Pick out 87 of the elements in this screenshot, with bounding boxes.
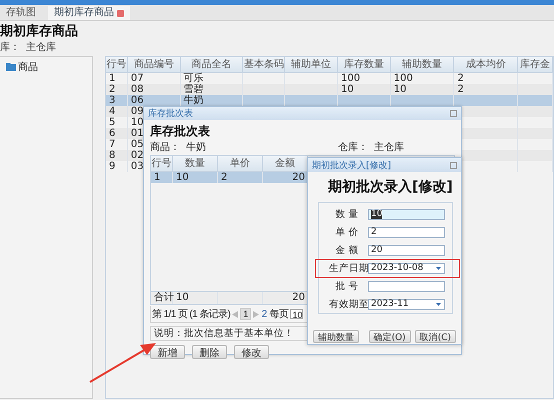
table-cell: 20 [292, 172, 305, 183]
field-label: 批 号 [334, 280, 360, 293]
table-cell: 牛奶 [184, 95, 204, 106]
dialog-title: 期初批次录入[修改] [312, 160, 392, 172]
column-header[interactable]: 商品全名 [180, 57, 244, 72]
table-cell: 10 [130, 117, 144, 128]
column-header[interactable]: 单价 [218, 156, 263, 171]
tree-item[interactable]: 商品 [6, 60, 38, 74]
action-button[interactable]: 新增 [150, 345, 185, 359]
dropdown-field[interactable]: 2023-10-08 [368, 263, 445, 274]
page-title: 期初库存商品 [0, 23, 79, 41]
per-page-field[interactable]: 10 [290, 309, 304, 319]
total-cell: 20 [292, 292, 305, 303]
table-cell: 2 [457, 84, 464, 95]
table-cell: 07 [130, 73, 144, 84]
table-cell: 02 [130, 150, 144, 161]
table-cell: 1 [154, 172, 160, 183]
column-header[interactable]: 行号 [151, 156, 173, 171]
column-header[interactable]: 行号 [106, 57, 128, 72]
table-cell: 01 [130, 128, 144, 139]
input-field[interactable]: 10 [368, 209, 445, 220]
table-cell: 10 [394, 84, 406, 95]
warehouse-label: 仓库： [338, 140, 368, 154]
maximize-icon[interactable] [450, 110, 457, 117]
field-label: 数 量 [334, 208, 360, 221]
action-button[interactable]: 辅助数量 [313, 330, 359, 343]
table-cell: 8 [109, 150, 116, 161]
action-button[interactable]: 取消(C) [414, 330, 456, 343]
table-cell: 05 [130, 139, 144, 150]
table-cell: 03 [130, 161, 144, 172]
input-field[interactable] [368, 281, 445, 292]
table-cell: 可乐 [184, 73, 204, 84]
action-button[interactable]: 删除 [192, 345, 227, 359]
action-button[interactable]: 修改 [234, 345, 269, 359]
action-button[interactable]: 确定(O) [368, 330, 411, 343]
table-cell: 100 [394, 73, 413, 84]
tab[interactable]: 存轨图 [0, 6, 42, 20]
input-field[interactable]: 20 [368, 245, 445, 256]
annotation-arrow [90, 343, 156, 383]
maximize-icon[interactable] [450, 162, 457, 168]
table-cell: 06 [130, 95, 144, 106]
warehouse-label: 库： [0, 41, 20, 55]
column-header[interactable]: 辅助数量 [390, 57, 454, 72]
warehouse-value: 主仓库 [374, 140, 404, 154]
table-cell: 10 [176, 172, 189, 183]
warehouse-value: 主仓库 [26, 41, 56, 55]
current-page[interactable]: 1 [240, 308, 251, 320]
table-cell: 2 [109, 84, 116, 95]
table-cell: 08 [130, 84, 144, 95]
column-header[interactable]: 库存金 [518, 57, 554, 72]
page-info: 第 1/1 页 (1 条记录) [152, 308, 230, 321]
column-header[interactable]: 商品编号 [128, 57, 181, 72]
tab[interactable]: 期初库存商品 [48, 6, 130, 20]
column-header[interactable]: 成本均价 [454, 57, 518, 72]
table-cell: 9 [109, 161, 116, 172]
dropdown-field[interactable]: 2023-11 [368, 299, 445, 310]
folder-icon [6, 63, 16, 71]
table-cell: 2 [221, 172, 228, 183]
field-label: 金 额 [334, 244, 360, 257]
column-header[interactable]: 基本条码 [243, 57, 286, 72]
table-cell: 6 [109, 128, 116, 139]
per-page-label: 每页 [270, 308, 288, 321]
column-header[interactable]: 库存数量 [338, 57, 391, 72]
table-cell: 雪碧 [184, 84, 204, 95]
dialog-title: 库存批次表 [148, 108, 193, 120]
table-row[interactable]: 2 08 雪碧 10 10 2 [106, 84, 553, 95]
table-cell: 5 [109, 117, 116, 128]
table-cell: 3 [109, 95, 116, 106]
input-field[interactable]: 2 [368, 227, 445, 238]
table-cell: 1 [109, 73, 116, 84]
column-header[interactable]: 辅助单位 [285, 57, 338, 72]
column-header[interactable]: 数量 [173, 156, 218, 171]
total-cell: 10 [176, 292, 189, 303]
table-cell: 2 [457, 73, 464, 84]
table-cell: 7 [109, 139, 116, 150]
table-cell: 100 [340, 73, 360, 84]
table-cell: 4 [109, 106, 116, 117]
table-cell: 09 [130, 106, 144, 117]
close-icon[interactable] [117, 10, 124, 16]
total-label: 合计 [154, 292, 174, 303]
page-link[interactable]: 2 [262, 308, 267, 320]
table-row[interactable]: 3 06 牛奶 [106, 95, 553, 106]
product-value: 牛奶 [186, 140, 206, 154]
caret-icon[interactable] [436, 267, 441, 270]
table-cell: 10 [340, 84, 354, 95]
field-label: 单 价 [334, 226, 360, 239]
product-label: 商品： [150, 140, 180, 154]
